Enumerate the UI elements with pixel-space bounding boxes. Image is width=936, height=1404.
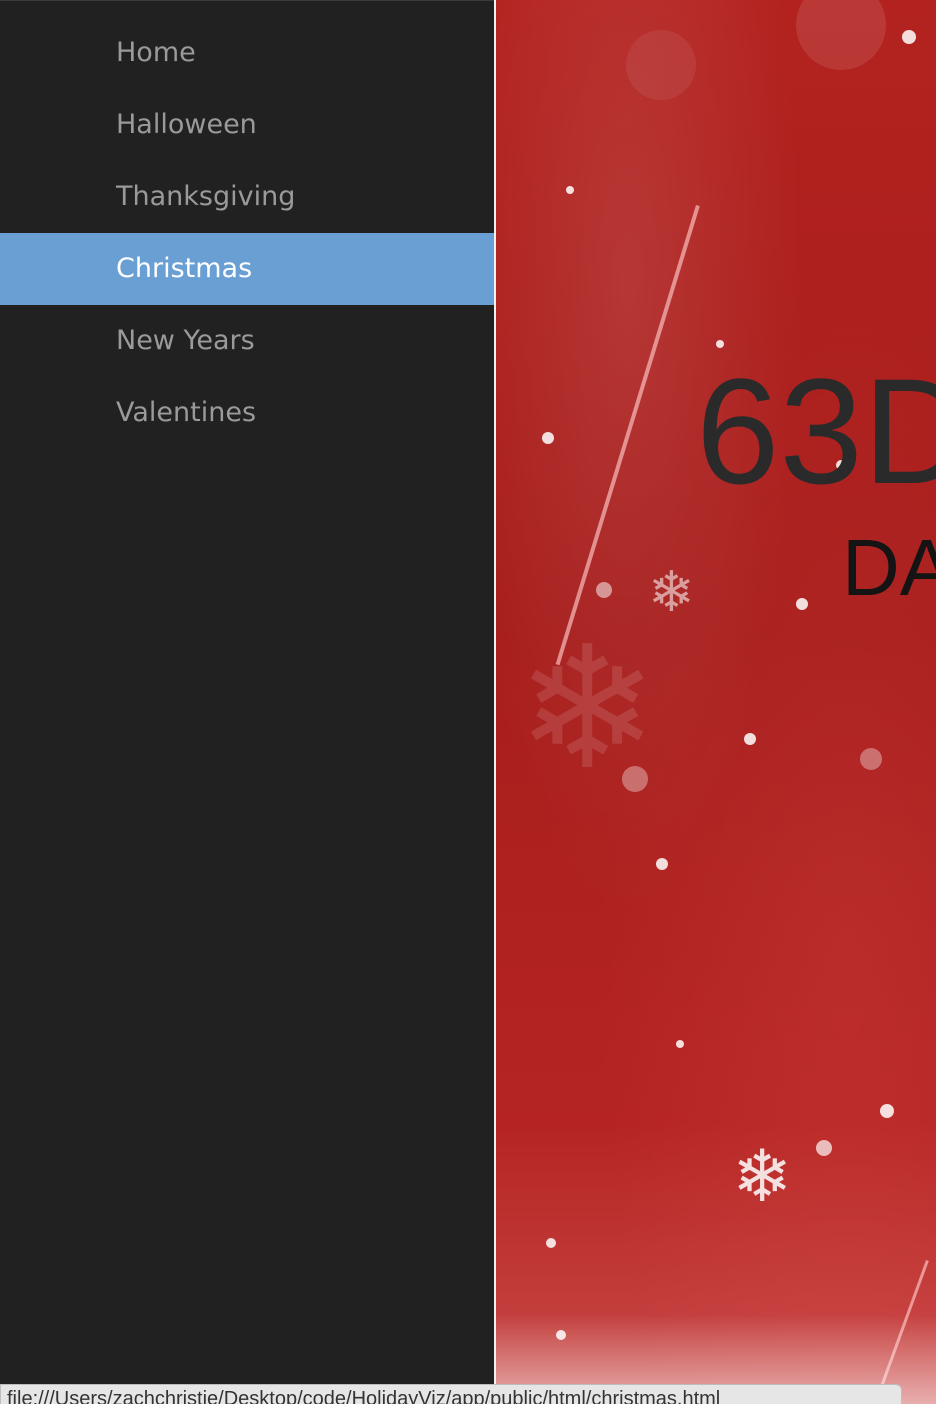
sidebar-item-new-years[interactable]: New Years xyxy=(0,305,495,377)
snow-dot xyxy=(860,748,882,770)
app-window: Home Halloween Thanksgiving Christmas Ne… xyxy=(0,0,936,1404)
snow-dot xyxy=(796,598,808,610)
snow-dot xyxy=(656,858,668,870)
snow-dot xyxy=(626,30,696,100)
sidebar-item-halloween[interactable]: Halloween xyxy=(0,89,495,161)
countdown-unit-label: DA xyxy=(842,523,936,612)
holiday-menu: Home Halloween Thanksgiving Christmas Ne… xyxy=(0,1,495,449)
snow-dot xyxy=(622,766,648,792)
snow-dot xyxy=(596,582,612,598)
snow-dot xyxy=(676,1040,684,1048)
sidebar-item-christmas[interactable]: Christmas xyxy=(0,233,495,305)
link-status-bar: file:///Users/zachchristie/Desktop/code/… xyxy=(0,1384,902,1404)
snow-dot xyxy=(542,432,554,444)
countdown-number: 63D xyxy=(696,347,936,515)
christmas-hero-panel: ❄ ❄ ❄ 63D DA xyxy=(496,0,936,1404)
sidebar-nav: Home Halloween Thanksgiving Christmas Ne… xyxy=(0,0,495,1404)
snow-dot xyxy=(546,1238,556,1248)
snow-dot xyxy=(880,1104,894,1118)
sidebar-item-valentines[interactable]: Valentines xyxy=(0,377,495,449)
snow-dot xyxy=(744,733,756,745)
snow-dot xyxy=(566,186,574,194)
sidebar-item-thanksgiving[interactable]: Thanksgiving xyxy=(0,161,495,233)
snow-dot xyxy=(902,30,916,44)
snowflake-icon: ❄ xyxy=(732,1134,793,1218)
snow-dot xyxy=(796,0,886,70)
sidebar-item-home[interactable]: Home xyxy=(0,17,495,89)
snow-dot xyxy=(816,1140,832,1156)
